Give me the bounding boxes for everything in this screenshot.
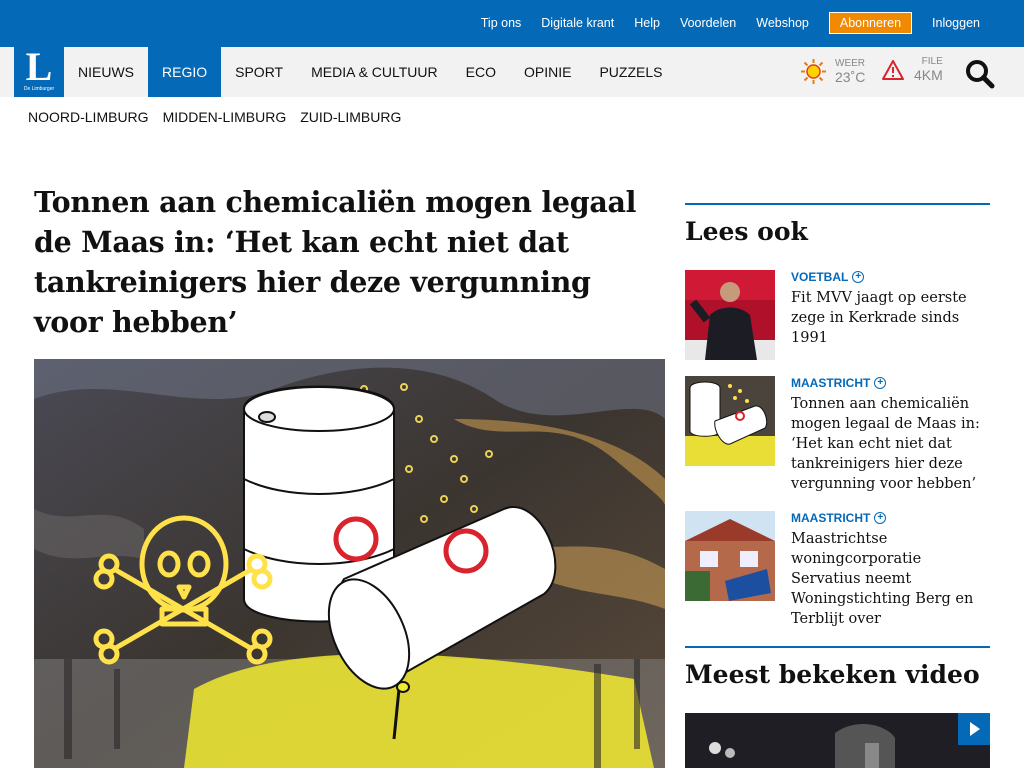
read-more-item[interactable]: MAASTRICHT + Tonnen aan chemicaliën moge… xyxy=(685,376,990,492)
video-section-title: Meest bekeken video xyxy=(685,646,990,689)
warning-icon xyxy=(882,59,904,80)
logo-letter: L xyxy=(25,44,53,89)
read-more-item-title: Tonnen aan chemicaliën mogen legaal de M… xyxy=(791,396,980,492)
read-more-item-title: Maastrichtse woningcorporatie Servatius … xyxy=(791,531,974,627)
top-links: Tip ons Digitale krant Help Voordelen We… xyxy=(481,12,980,34)
weather-widget[interactable]: WEER 23˚C xyxy=(800,58,865,85)
subnav-noord-limburg[interactable]: NOORD-LIMBURG xyxy=(28,109,149,125)
article-hero-image xyxy=(34,359,665,768)
read-more-item[interactable]: MAASTRICHT + Maastrichtse woningcorporat… xyxy=(685,511,990,627)
category-label: MAASTRICHT + xyxy=(791,376,887,390)
logo-tagline: De Limburger xyxy=(23,86,55,92)
sun-icon xyxy=(801,59,826,84)
webshop-link[interactable]: Webshop xyxy=(756,16,809,30)
sidebar: Lees ook xyxy=(685,203,990,246)
video-section: Meest bekeken video xyxy=(685,646,990,689)
category-text: MAASTRICHT xyxy=(791,511,871,525)
digital-paper-link[interactable]: Digitale krant xyxy=(541,16,614,30)
search-icon xyxy=(966,60,995,89)
category-label: MAASTRICHT + xyxy=(791,511,887,525)
plus-icon: + xyxy=(874,512,887,524)
subnav-zuid-limburg[interactable]: ZUID-LIMBURG xyxy=(300,109,401,125)
nav-item-opinie[interactable]: OPINIE xyxy=(510,47,585,97)
nav-item-regio[interactable]: REGIO xyxy=(148,47,222,97)
traffic-widget[interactable]: FILE 4KM xyxy=(882,56,943,83)
tip-link[interactable]: Tip ons xyxy=(481,16,522,30)
plus-icon: + xyxy=(874,377,887,389)
article-headline: Tonnen aan chemicaliën mogen legaal de M… xyxy=(34,185,637,339)
article-thumbnail xyxy=(685,511,775,601)
play-icon xyxy=(970,722,980,736)
category-label: VOETBAL + xyxy=(791,270,865,284)
read-more-item[interactable]: VOETBAL + Fit MVV jaagt op eerste zege i… xyxy=(685,270,990,360)
logo[interactable]: L De Limburger xyxy=(14,47,64,97)
nav-item-nieuws[interactable]: NIEUWS xyxy=(64,47,148,97)
subscribe-button[interactable]: Abonneren xyxy=(828,12,913,34)
region-subnav: NOORD-LIMBURG MIDDEN-LIMBURG ZUID-LIMBUR… xyxy=(28,109,401,125)
nav-item-puzzels[interactable]: PUZZELS xyxy=(585,47,676,97)
category-text: VOETBAL xyxy=(791,270,849,284)
nav-item-sport[interactable]: SPORT xyxy=(221,47,297,97)
help-link[interactable]: Help xyxy=(634,16,660,30)
login-link[interactable]: Inloggen xyxy=(932,16,980,30)
read-more-item-title: Fit MVV jaagt op eerste zege in Kerkrade… xyxy=(791,290,967,346)
read-more-title: Lees ook xyxy=(685,203,990,246)
benefits-link[interactable]: Voordelen xyxy=(680,16,736,30)
video-thumbnail[interactable] xyxy=(685,713,990,768)
traffic-value: 4KM xyxy=(914,67,943,83)
main-nav: NIEUWS REGIO SPORT MEDIA & CULTUUR ECO O… xyxy=(64,47,676,97)
subnav-midden-limburg[interactable]: MIDDEN-LIMBURG xyxy=(163,109,287,125)
article-thumbnail xyxy=(685,270,775,360)
article-thumbnail xyxy=(685,376,775,466)
play-button[interactable] xyxy=(958,713,990,745)
nav-item-media-cultuur[interactable]: MEDIA & CULTUUR xyxy=(297,47,452,97)
weather-value: 23˚C xyxy=(835,69,866,85)
plus-icon: + xyxy=(852,271,865,283)
nav-item-eco[interactable]: ECO xyxy=(452,47,510,97)
search-button[interactable] xyxy=(964,58,996,90)
category-text: MAASTRICHT xyxy=(791,376,871,390)
